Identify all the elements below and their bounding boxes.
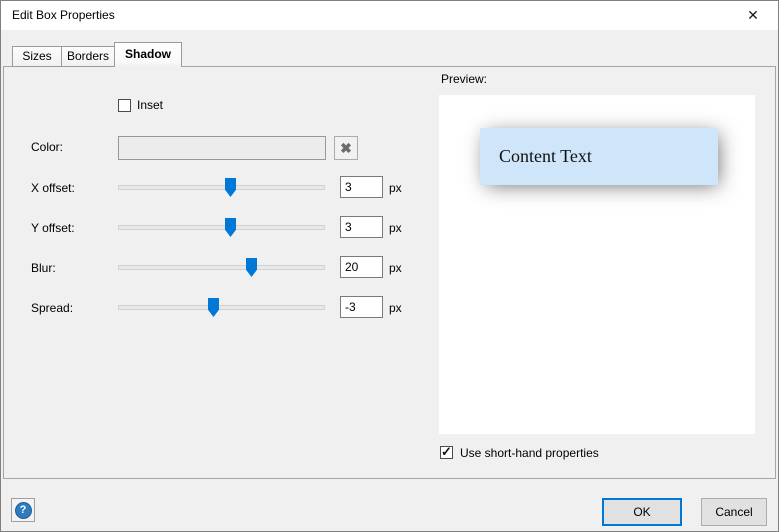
x-offset-unit: px bbox=[389, 168, 402, 208]
help-button[interactable]: ? bbox=[11, 498, 35, 522]
preview-content-box: Content Text bbox=[480, 128, 718, 185]
tab-shadow[interactable]: Shadow bbox=[114, 42, 182, 67]
spread-input[interactable] bbox=[340, 296, 383, 318]
blur-slider-thumb[interactable] bbox=[246, 258, 257, 277]
blur-slider-track[interactable] bbox=[118, 265, 325, 270]
x-offset-label: X offset: bbox=[31, 168, 75, 208]
preview-content-text: Content Text bbox=[499, 146, 592, 167]
y-offset-slider-thumb[interactable] bbox=[225, 218, 236, 237]
preview-label: Preview: bbox=[441, 72, 487, 86]
spread-slider-thumb[interactable] bbox=[208, 298, 219, 317]
inset-row: Inset bbox=[1, 93, 421, 117]
y-offset-label: Y offset: bbox=[31, 208, 75, 248]
blur-label: Blur: bbox=[31, 248, 56, 288]
cancel-button[interactable]: Cancel bbox=[701, 498, 767, 526]
preview-area: Content Text bbox=[439, 95, 755, 434]
y-offset-input[interactable] bbox=[340, 216, 383, 238]
y-offset-slider-track[interactable] bbox=[118, 225, 325, 230]
x-offset-slider-thumb[interactable] bbox=[225, 178, 236, 197]
ok-button[interactable]: OK bbox=[602, 498, 682, 526]
tab-sizes[interactable]: Sizes bbox=[12, 46, 62, 67]
tab-borders[interactable]: Borders bbox=[61, 46, 115, 67]
blur-unit: px bbox=[389, 248, 402, 288]
x-offset-slider-track[interactable] bbox=[118, 185, 325, 190]
shorthand-checkmark-icon: ✓ bbox=[441, 444, 452, 460]
help-icon: ? bbox=[15, 502, 32, 519]
y-offset-row: Y offset: px bbox=[1, 208, 421, 248]
edit-box-properties-dialog: Edit Box Properties ✕ Sizes Borders Shad… bbox=[0, 0, 779, 532]
dialog-title: Edit Box Properties bbox=[12, 1, 115, 30]
blur-input[interactable] bbox=[340, 256, 383, 278]
close-icon[interactable]: ✕ bbox=[728, 1, 778, 30]
color-row: Color: ✖ bbox=[1, 127, 421, 167]
color-swatch[interactable] bbox=[118, 136, 326, 160]
x-offset-row: X offset: px bbox=[1, 168, 421, 208]
clear-color-icon: ✖ bbox=[340, 140, 352, 157]
shorthand-checkbox[interactable]: ✓ bbox=[440, 446, 453, 459]
y-offset-unit: px bbox=[389, 208, 402, 248]
inset-checkbox[interactable] bbox=[118, 99, 131, 112]
shorthand-label: Use short-hand properties bbox=[460, 445, 599, 461]
x-offset-input[interactable] bbox=[340, 176, 383, 198]
spread-label: Spread: bbox=[31, 288, 73, 328]
clear-color-button[interactable]: ✖ bbox=[334, 136, 358, 160]
spread-unit: px bbox=[389, 288, 402, 328]
color-label: Color: bbox=[31, 127, 63, 167]
inset-label: Inset bbox=[137, 93, 163, 117]
titlebar: Edit Box Properties ✕ bbox=[1, 1, 778, 30]
shorthand-row: ✓ Use short-hand properties bbox=[440, 445, 740, 461]
spread-slider-track[interactable] bbox=[118, 305, 325, 310]
spread-row: Spread: px bbox=[1, 288, 421, 328]
blur-row: Blur: px bbox=[1, 248, 421, 288]
